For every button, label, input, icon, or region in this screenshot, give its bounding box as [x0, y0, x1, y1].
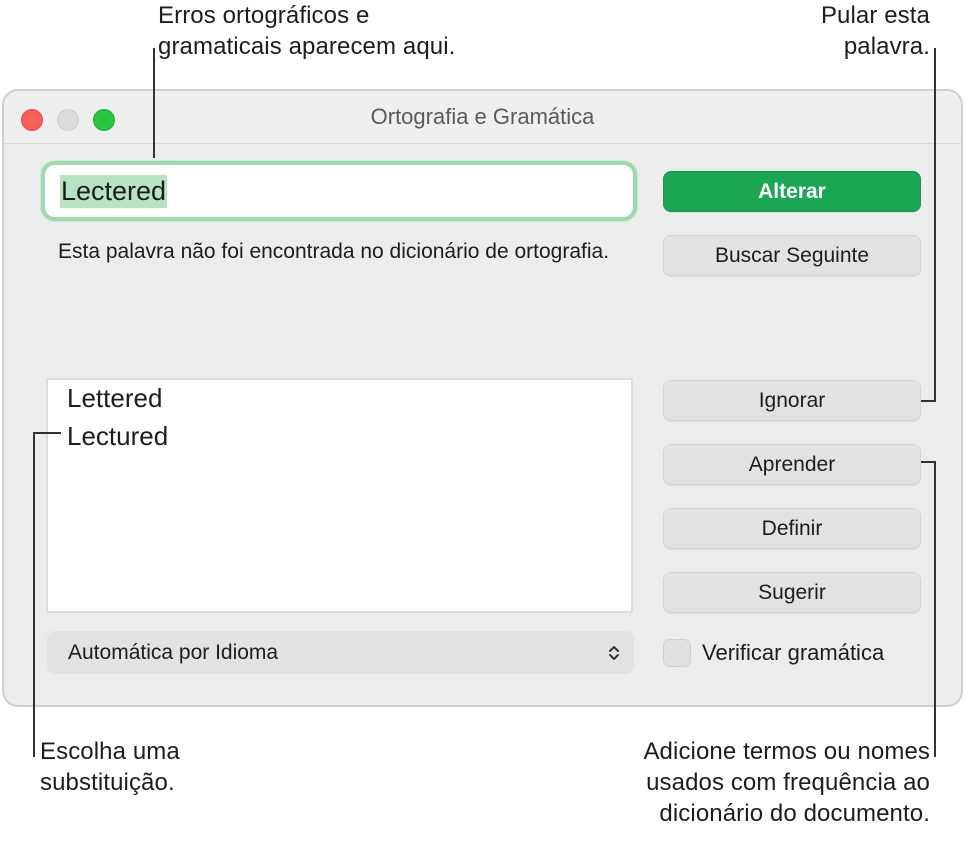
callout-skip-line1: Pular esta: [820, 2, 930, 29]
check-grammar-checkbox[interactable]: [663, 639, 691, 667]
spelling-grammar-window: Ortografia e Gramática Lectered Esta pal…: [2, 89, 963, 707]
leader-skip-vertical: [934, 48, 936, 402]
leader-errors-line: [153, 48, 155, 158]
leader-skip-horizontal: [921, 400, 936, 402]
title-bar[interactable]: Ortografia e Gramática: [4, 91, 961, 144]
window-title: Ortografia e Gramática: [370, 104, 595, 129]
callout-skip-line2: palavra.: [843, 33, 930, 60]
callout-add-line2: usados com frequência ao: [646, 769, 930, 796]
find-next-button[interactable]: Buscar Seguinte: [663, 235, 921, 276]
language-select[interactable]: Automática por Idioma: [47, 631, 634, 674]
callout-errors: Erros ortográficos e gramaticais aparece…: [158, 0, 455, 62]
callout-add: Adicione termos ou nomes usados com freq…: [643, 736, 930, 829]
list-item[interactable]: Lettered: [67, 383, 162, 414]
leader-choose-horizontal: [33, 432, 61, 434]
list-item[interactable]: Lectured: [67, 421, 168, 452]
callout-choose: Escolha uma substituição.: [40, 736, 180, 798]
callout-choose-line1: Escolha uma: [40, 738, 180, 765]
callout-add-line1: Adicione termos ou nomes: [643, 738, 930, 765]
ignore-button[interactable]: Ignorar: [663, 380, 921, 421]
change-button[interactable]: Alterar: [663, 171, 921, 212]
callout-choose-line2: substituição.: [40, 769, 175, 796]
misspelled-word-field[interactable]: Lectered: [41, 161, 637, 221]
callout-errors-line1: Erros ortográficos e: [158, 2, 370, 29]
callout-add-line3: dicionário do documento.: [659, 800, 930, 827]
leader-choose-vertical: [33, 432, 35, 757]
leader-learn-vertical: [934, 461, 936, 757]
status-message: Esta palavra não foi encontrada no dicio…: [58, 240, 610, 263]
suggestions-list[interactable]: Lettered Lectured: [46, 378, 633, 613]
misspelled-word: Lectered: [60, 175, 168, 208]
callout-errors-line2: gramaticais aparecem aqui.: [158, 33, 456, 60]
check-grammar-label: Verificar gramática: [702, 640, 885, 665]
language-select-value: Automática por Idioma: [68, 641, 279, 664]
callout-skip: Pular esta palavra.: [821, 0, 930, 62]
updown-chevron-icon: [608, 631, 620, 674]
define-button[interactable]: Definir: [663, 508, 921, 549]
guess-button[interactable]: Sugerir: [663, 572, 921, 613]
learn-button[interactable]: Aprender: [663, 444, 921, 485]
